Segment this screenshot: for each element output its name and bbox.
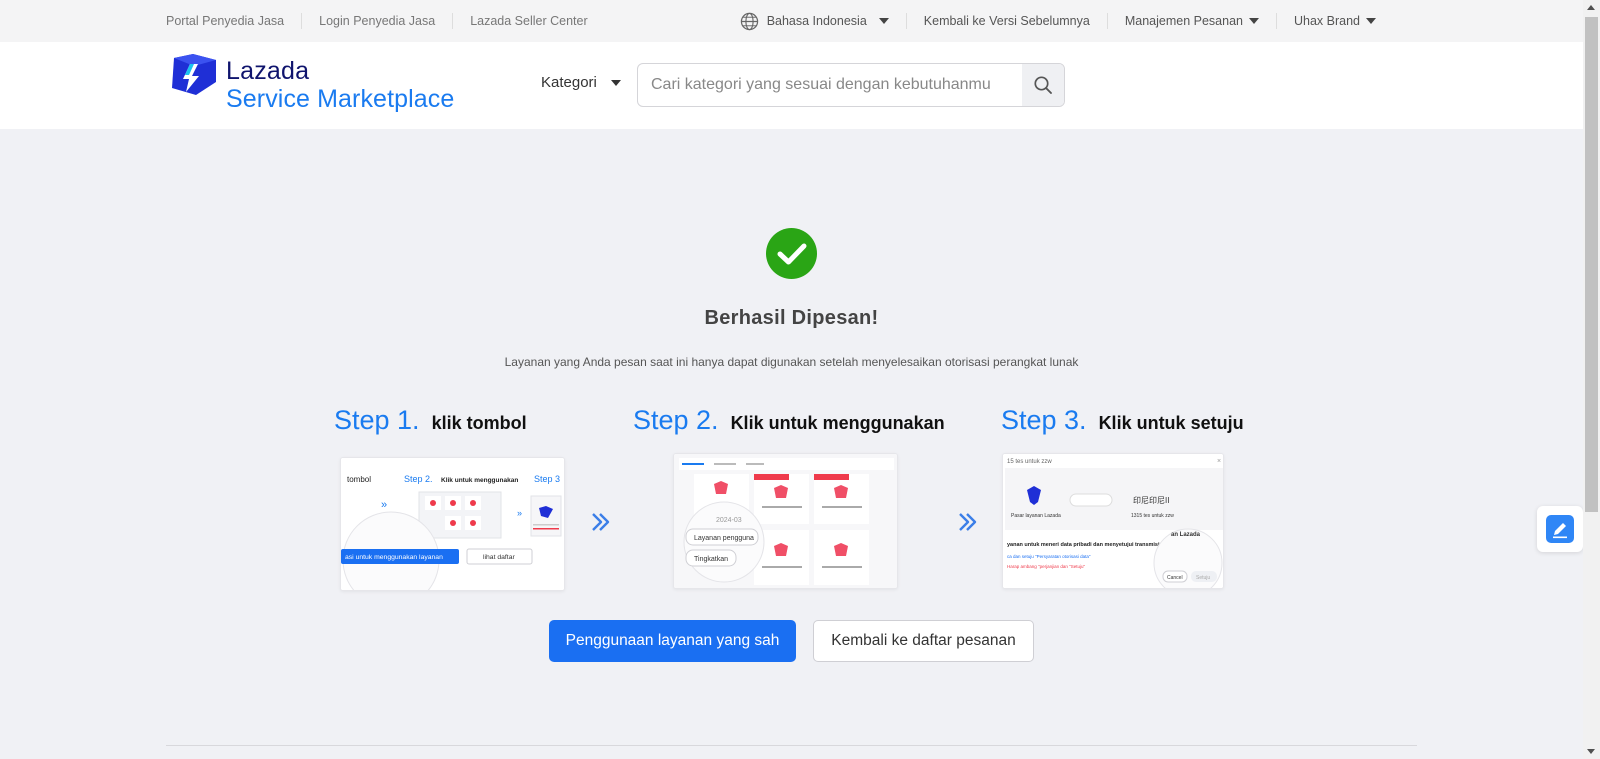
back-to-order-list-button[interactable]: Kembali ke daftar pesanan — [813, 620, 1034, 662]
page-title: Berhasil Dipesan! — [704, 307, 879, 329]
search-icon — [1034, 76, 1052, 94]
provider-login-link[interactable]: Login Penyedia Jasa — [301, 13, 452, 29]
illustration-tombol-text: tombol — [347, 475, 371, 484]
feedback-floating-button[interactable] — [1537, 506, 1583, 552]
logo-line-lazada: Lazada — [226, 57, 310, 85]
step-number: Step 3. — [1001, 405, 1087, 435]
brand-label: Uhax Brand — [1293, 14, 1360, 28]
illustration-setuju-text: Setuju — [1196, 575, 1210, 581]
illustration-upgrade-button-text: Tingkatkan — [694, 556, 728, 563]
illustration-zzw-text: 1315 tes untuk zzw — [1131, 513, 1174, 519]
scroll-down-icon[interactable] — [1587, 749, 1595, 754]
svg-text:»: » — [381, 499, 387, 511]
topbar-right-menu: Bahasa Indonesia Kembali ke Versi Sebelu… — [723, 0, 1393, 42]
illustration-link1-text: ca dan setuju "Persyaratan otorisasi dat… — [1007, 554, 1091, 559]
lazada-service-marketplace-logo[interactable]: Lazada Service Marketplace — [168, 54, 454, 114]
step-2-illustration: 2024-03 Layanan pengguna Tingkatkan — [673, 453, 898, 589]
illustration-list-button-text: lihat daftar — [483, 554, 515, 561]
svg-text:»: » — [517, 508, 522, 518]
provider-portal-link[interactable]: Portal Penyedia Jasa — [166, 13, 301, 29]
language-selector[interactable]: Bahasa Indonesia — [723, 12, 906, 31]
order-management-menu[interactable]: Manajemen Pesanan — [1106, 13, 1276, 29]
step-text: klik tombol — [431, 413, 527, 433]
double-chevron-right-icon — [957, 510, 979, 539]
seller-center-link[interactable]: Lazada Seller Center — [452, 13, 604, 29]
authorized-service-use-button[interactable]: Penggunaan layanan yang sah — [549, 620, 796, 662]
page-scrollbar[interactable] — [1583, 0, 1600, 759]
chevron-down-icon — [1366, 18, 1376, 24]
svg-text:×: × — [1217, 458, 1221, 465]
step-1-illustration: tombol Step 2. Klik untuk menggunakan St… — [340, 457, 565, 591]
top-utility-bar: Portal Penyedia Jasa Login Penyedia Jasa… — [0, 0, 1583, 42]
language-label: Bahasa Indonesia — [766, 14, 867, 28]
footer-divider — [166, 745, 1417, 746]
search-button[interactable] — [1022, 64, 1064, 106]
brand-account-menu[interactable]: Uhax Brand — [1275, 13, 1393, 29]
illustration-step2-text: Step 2. — [404, 474, 433, 484]
illustration-date-text: 2024-03 — [716, 517, 742, 524]
back-to-previous-version-link[interactable]: Kembali ke Versi Sebelumnya — [905, 13, 1107, 29]
step-text: Klik untuk menggunakan — [730, 413, 945, 433]
illustration-klik-text: Klik untuk menggunakan — [441, 477, 518, 484]
chevron-down-icon — [1248, 18, 1259, 24]
illustration-lazada-text: an Lazada — [1171, 532, 1201, 538]
category-label: Kategori — [541, 74, 597, 91]
illustration-code-text: 印尼印尼II — [1133, 496, 1169, 505]
illustration-consent-text: yanan untuk meneri data pribadi dan meny… — [1007, 542, 1173, 548]
illustration-service-button-text: Layanan pengguna — [694, 535, 754, 542]
edit-icon — [1546, 515, 1574, 543]
logo-line-service-marketplace: Service Marketplace — [226, 85, 455, 113]
illustration-head-text: 15 tes untuk zzw — [1007, 459, 1052, 465]
back-version-label: Kembali ke Versi Sebelumnya — [923, 14, 1090, 28]
step-number: Step 2. — [633, 405, 719, 435]
search-input[interactable] — [638, 64, 1022, 106]
illustration-link2-text: Harap ambang "perjanjian dan "Setuju" — [1007, 564, 1085, 569]
globe-icon — [740, 12, 759, 31]
lazada-logo-icon — [172, 54, 216, 95]
step-number: Step 1. — [334, 405, 420, 435]
topbar-left-links: Portal Penyedia Jasa Login Penyedia Jasa… — [166, 0, 605, 42]
search-box — [637, 63, 1065, 107]
step-3-heading: Step 3. Klik untuk setuju — [1001, 405, 1244, 436]
chevron-down-icon — [610, 79, 621, 86]
scroll-up-icon[interactable] — [1587, 5, 1595, 10]
page-subtitle: Layanan yang Anda pesan saat ini hanya d… — [504, 355, 1079, 369]
order-management-label: Manajemen Pesanan — [1124, 14, 1243, 28]
step-2-heading: Step 2. Klik untuk menggunakan — [633, 405, 945, 436]
success-check-icon — [766, 228, 817, 279]
chevron-down-icon — [878, 18, 889, 24]
illustration-cancel-text: Cancel — [1167, 575, 1183, 581]
illustration-partner-text: Pasar layanan Lazada — [1011, 513, 1061, 519]
double-chevron-right-icon — [590, 510, 612, 539]
site-header: Lazada Service Marketplace Kategori — [0, 42, 1583, 129]
illustration-use-button-text: asi untuk menggunakan layanan — [345, 554, 443, 561]
scrollbar-thumb[interactable] — [1585, 17, 1598, 512]
category-dropdown[interactable]: Kategori — [541, 74, 621, 91]
illustration-step3-text: Step 3 — [534, 474, 560, 484]
step-3-illustration: 15 tes untuk zzw × Pasar layanan Lazada … — [1002, 453, 1224, 589]
step-text: Klik untuk setuju — [1098, 413, 1244, 433]
step-1-heading: Step 1. klik tombol — [334, 405, 527, 436]
